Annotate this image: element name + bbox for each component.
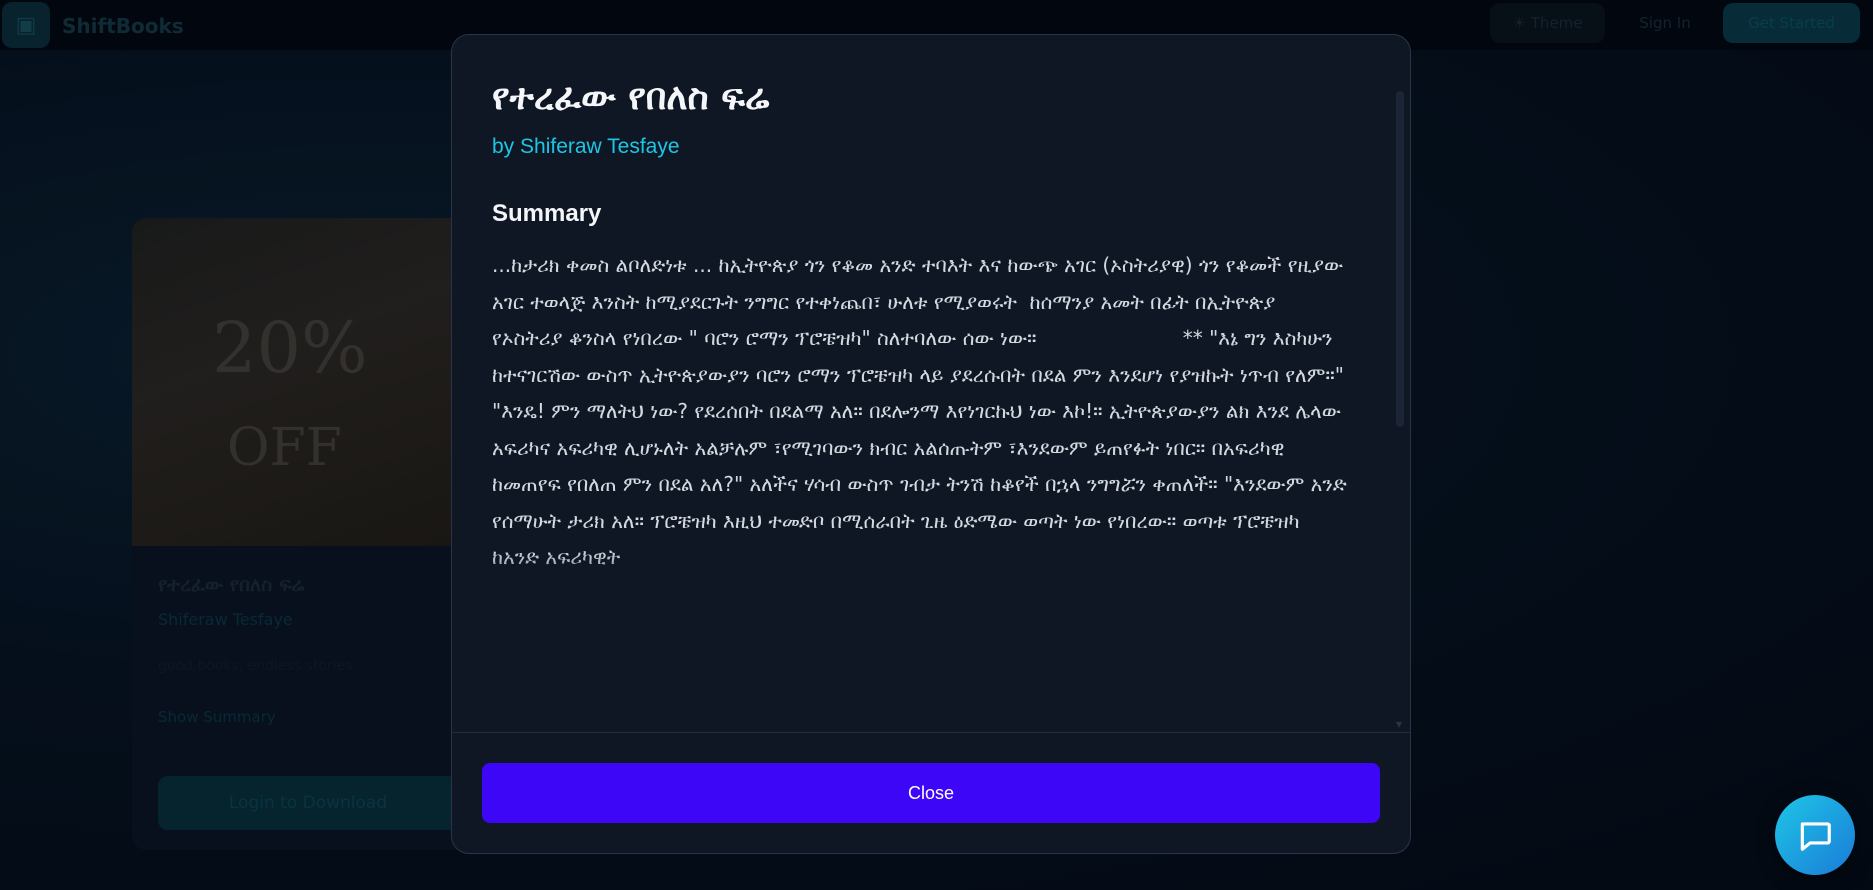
summary-heading: Summary	[492, 200, 602, 227]
scroll-down-arrow-icon[interactable]: ▼	[1396, 720, 1402, 729]
chat-bubble-icon	[1800, 822, 1831, 851]
modal-footer: Close	[452, 732, 1410, 853]
modal-body: የተረፈው የበለስ ፍሬ by Shiferaw Tesfaye Summar…	[452, 35, 1410, 732]
summary-text: ...ከታሪክ ቀመስ ልቦለድነቱ ... ከኢትዮጵያ ጎን የቆመ አንድ…	[492, 253, 1347, 569]
modal-title: የተረፈው የበለስ ፍሬ	[492, 77, 770, 118]
chat-button[interactable]	[1775, 795, 1855, 875]
modal-scrollbar[interactable]	[1396, 91, 1404, 427]
summary-modal: የተረፈው የበለስ ፍሬ by Shiferaw Tesfaye Summar…	[451, 34, 1411, 854]
modal-author: by Shiferaw Tesfaye	[492, 135, 680, 158]
close-button[interactable]: Close	[482, 763, 1380, 823]
